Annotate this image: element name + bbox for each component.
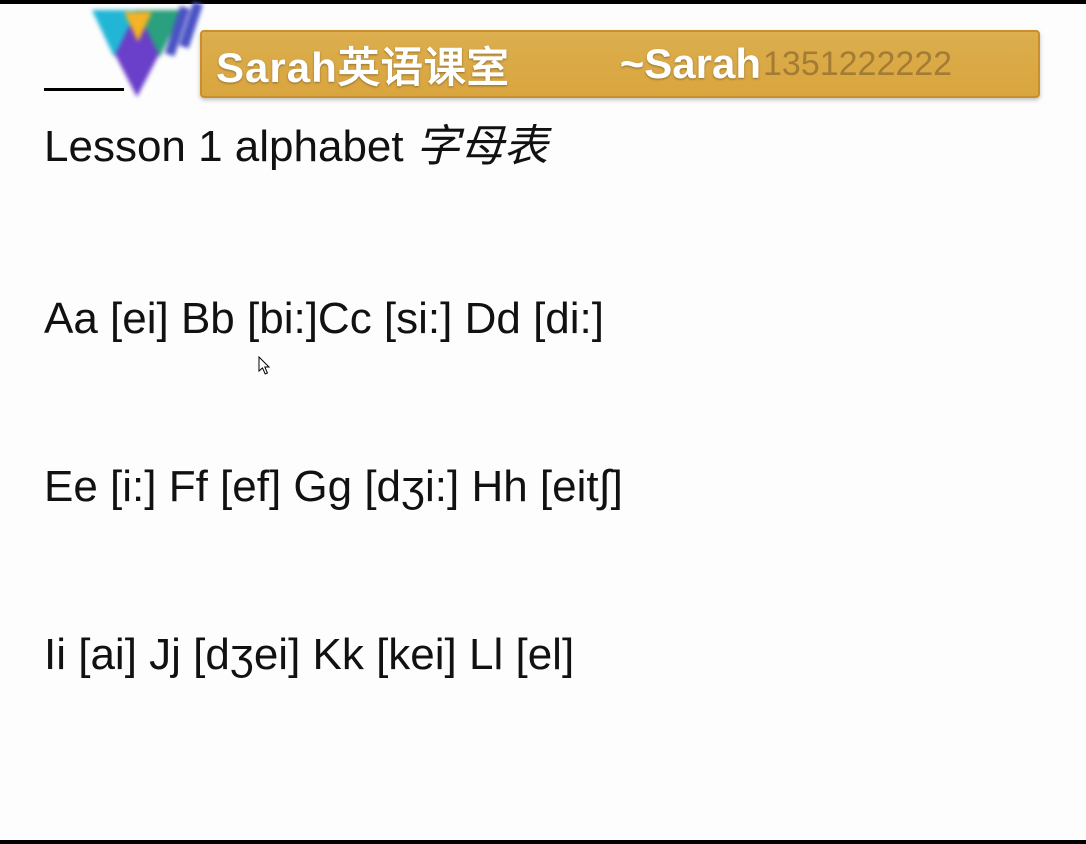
alphabet-row-2: Ee [i:] Ff [ef] Gg [dʒi:] Hh [eit∫] xyxy=(44,462,1046,512)
slide-content: Lesson 1 alphabet 字母表 Aa [ei] Bb [bi:]Cc… xyxy=(44,110,1046,680)
alphabet-row-3: Ii [ai] Jj [dʒei] Kk [kei] Ll [el] xyxy=(44,630,1046,680)
header-banner: Sarah英语课室 ~ Sarah 1351222222 xyxy=(200,30,1040,98)
banner-title: Sarah英语课室 xyxy=(216,34,510,95)
banner-sub-name: Sarah xyxy=(644,40,761,88)
banner-contact: 1351222222 xyxy=(763,45,952,84)
lesson-heading-cn: 字母表 xyxy=(416,122,548,171)
banner-sub-prefix: ~ xyxy=(620,40,645,88)
lesson-heading: Lesson 1 alphabet 字母表 xyxy=(44,110,1046,174)
alphabet-row-1: Aa [ei] Bb [bi:]Cc [si:] Dd [di:] xyxy=(44,294,1046,344)
brand-logo-icon xyxy=(62,2,212,112)
mouse-cursor-icon xyxy=(258,356,272,376)
lesson-heading-en: Lesson 1 alphabet xyxy=(44,122,416,171)
